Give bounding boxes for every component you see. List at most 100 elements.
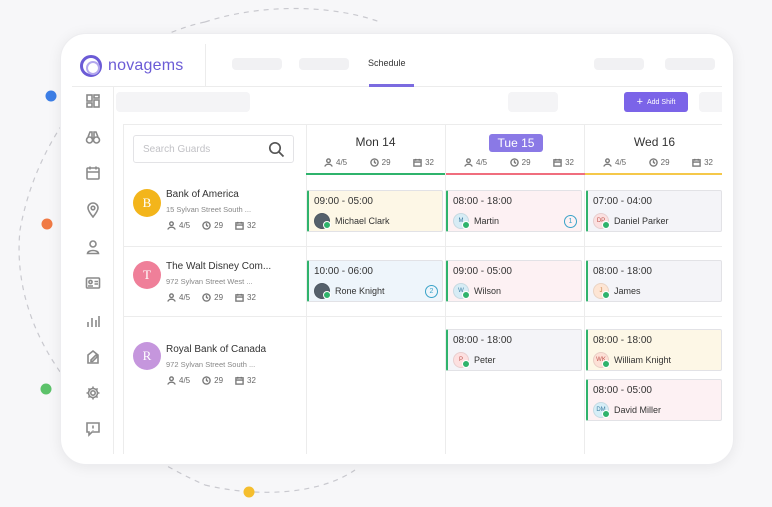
- location-pin-icon[interactable]: [84, 201, 102, 219]
- shift-count-badge[interactable]: 1: [564, 215, 577, 228]
- guard-name: Michael Clark: [335, 216, 390, 226]
- id-card-icon[interactable]: [84, 274, 102, 292]
- day-stats: 4/5 29 32: [464, 158, 574, 167]
- add-shift-button[interactable]: + Add Shift: [624, 92, 688, 112]
- user-icon: [324, 158, 333, 167]
- client-stats: 4/5 29 32: [167, 221, 256, 230]
- user-icon[interactable]: [84, 238, 102, 256]
- shift-time: 09:00 - 05:00: [453, 266, 512, 277]
- calendar-icon[interactable]: [84, 164, 102, 182]
- stage: novagems Schedule + Add Shift Search Gua…: [0, 0, 772, 507]
- shift-card[interactable]: 09:00 - 05:00 Michael Clark: [307, 190, 443, 232]
- schedule-grid: Search Guards Mon 14 4/5 29 32 Tue 15 4/…: [123, 124, 722, 454]
- shift-time: 08:00 - 18:00: [593, 335, 652, 346]
- day-header-wed[interactable]: Wed 16 4/5 29 32: [585, 125, 722, 175]
- shift-card[interactable]: 08:00 - 18:00 WK William Knight: [586, 329, 722, 371]
- search-guards-box[interactable]: Search Guards: [133, 135, 294, 163]
- guard-name: William Knight: [614, 355, 672, 365]
- guard-name: Rone Knight: [335, 286, 385, 296]
- day-name: Wed 16: [633, 135, 676, 149]
- toolbar-placeholder-right[interactable]: [699, 92, 722, 112]
- shift-card[interactable]: 08:00 - 18:00 J James: [586, 260, 722, 302]
- guard-avatar: WK: [593, 352, 610, 368]
- orbit-dot-blue: [45, 90, 57, 102]
- shifts-count: 32: [425, 158, 434, 167]
- edit-document-icon[interactable]: [84, 348, 102, 366]
- nav-tab-schedule[interactable]: Schedule: [368, 58, 406, 68]
- logo-mark-icon: [80, 55, 102, 77]
- topbar-placeholder-2[interactable]: [665, 58, 715, 70]
- gear-icon[interactable]: [84, 384, 102, 402]
- nav-placeholder-2[interactable]: [299, 58, 349, 70]
- client-stats: 4/5 29 32: [167, 376, 256, 385]
- orbit-dot-yellow: [243, 486, 255, 498]
- logo[interactable]: novagems: [80, 55, 200, 77]
- shifts-count: 32: [247, 293, 256, 302]
- dashboard-icon[interactable]: [84, 92, 102, 110]
- day-header-mon[interactable]: Mon 14 4/5 29 32: [306, 125, 445, 175]
- day-stats: 4/5 29 32: [324, 158, 434, 167]
- shift-card[interactable]: 10:00 - 06:00 Rone Knight 2: [307, 260, 443, 302]
- shift-count-badge[interactable]: 2: [425, 285, 438, 298]
- user-icon: [167, 221, 176, 230]
- user-icon: [464, 158, 473, 167]
- day-name-active: Tue 15: [489, 134, 543, 152]
- day-stats: 4/5 29 32: [603, 158, 713, 167]
- topbar-placeholder-1[interactable]: [594, 58, 644, 70]
- toolbar-placeholder-left[interactable]: [116, 92, 250, 112]
- shifts-count: 32: [704, 158, 713, 167]
- guards-count: 4/5: [615, 158, 627, 167]
- nav-placeholder-1[interactable]: [232, 58, 282, 70]
- client-row-walt-disney[interactable]: T The Walt Disney Com... 972 Sylvan Stre…: [124, 246, 306, 316]
- client-address: 15 Sylvan Street South ...: [166, 205, 252, 214]
- shift-card[interactable]: 09:00 - 05:00 W Wilson: [446, 260, 582, 302]
- client-row-bank-of-america[interactable]: B Bank of America 15 Sylvan Street South…: [124, 175, 306, 246]
- guard-avatar: DP: [593, 213, 610, 229]
- client-row-royal-bank[interactable]: R Royal Bank of Canada 972 Sylvan Street…: [124, 316, 306, 454]
- clock-icon: [369, 158, 379, 167]
- client-avatar: T: [133, 261, 161, 289]
- calendar-icon: [235, 376, 244, 385]
- user-icon: [167, 293, 176, 302]
- bar-chart-icon[interactable]: [84, 312, 102, 330]
- guard-name: Daniel Parker: [614, 216, 669, 226]
- calendar-icon: [692, 158, 701, 167]
- client-address: 972 Sylvan Street South ...: [166, 360, 256, 369]
- toolbar-placeholder-mid[interactable]: [508, 92, 558, 112]
- day-color-bar: [585, 173, 722, 175]
- guard-avatar: M: [453, 213, 470, 229]
- shift-card[interactable]: 08:00 - 18:00 M Martin 1: [446, 190, 582, 232]
- day-name: Mon 14: [355, 135, 396, 149]
- hours-count: 29: [214, 293, 224, 302]
- app-window: novagems Schedule + Add Shift Search Gua…: [72, 44, 722, 454]
- search-icon[interactable]: [268, 141, 285, 158]
- guards-count: 4/5: [179, 221, 191, 230]
- user-icon: [167, 376, 176, 385]
- shift-card[interactable]: 07:00 - 04:00 DP Daniel Parker: [586, 190, 722, 232]
- hours-count: 29: [521, 158, 531, 167]
- shift-time: 08:00 - 18:00: [453, 335, 512, 346]
- client-name: The Walt Disney Com...: [166, 261, 272, 272]
- feedback-icon[interactable]: [84, 420, 102, 438]
- binoculars-icon[interactable]: [84, 128, 102, 146]
- logo-text: novagems: [108, 57, 184, 74]
- calendar-icon: [235, 293, 244, 302]
- shift-card[interactable]: 08:00 - 05:00 DM David Miller: [586, 379, 722, 421]
- client-name: Bank of America: [166, 189, 239, 200]
- client-avatar: B: [133, 189, 161, 217]
- guard-avatar: [314, 283, 331, 299]
- guard-name: Martin: [474, 216, 500, 226]
- add-shift-label: Add Shift: [647, 98, 676, 106]
- calendar-icon: [553, 158, 562, 167]
- plus-icon: +: [636, 95, 643, 108]
- client-stats: 4/5 29 32: [167, 293, 256, 302]
- day-color-bar: [446, 173, 585, 175]
- shift-card[interactable]: 08:00 - 18:00 P Peter: [446, 329, 582, 371]
- search-input[interactable]: Search Guards: [143, 144, 210, 155]
- day-header-tue[interactable]: Tue 15 4/5 29 32: [446, 125, 585, 175]
- shifts-count: 32: [247, 376, 256, 385]
- guard-name: James: [614, 286, 641, 296]
- guard-avatar: P: [453, 352, 470, 368]
- guards-count: 4/5: [476, 158, 488, 167]
- calendar-icon: [413, 158, 422, 167]
